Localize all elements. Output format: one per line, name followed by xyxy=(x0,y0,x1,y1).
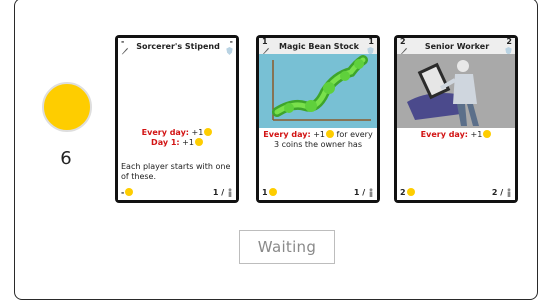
card-footer: 1 1 / xyxy=(262,186,374,198)
waiting-button[interactable]: Waiting xyxy=(239,230,335,264)
bean-stock-chart-art xyxy=(259,54,377,128)
coin-icon xyxy=(325,130,334,138)
coin-icon xyxy=(42,82,92,132)
card-effect: Every day: +1 xyxy=(400,130,512,140)
senior-worker-art xyxy=(397,54,515,128)
effect-value: +1 xyxy=(191,128,204,137)
coin-icon xyxy=(268,187,277,196)
card-art xyxy=(118,54,236,128)
effect-label: Every day: xyxy=(420,130,468,139)
coin-icon xyxy=(204,128,213,136)
person-icon xyxy=(228,187,232,197)
foot-cost: - xyxy=(121,187,125,197)
card-title: Sorcerer's Stipend xyxy=(136,41,220,51)
effect-value: +1 xyxy=(470,130,483,139)
person-icon xyxy=(369,187,373,197)
card-footer: 2 2 / xyxy=(400,186,512,198)
coin-count: 6 xyxy=(60,148,72,169)
coin-icon xyxy=(406,187,415,196)
card-power: 1 xyxy=(368,38,374,46)
card-header: - Sorcerer's Stipend - xyxy=(118,38,236,55)
card-cost: - xyxy=(121,38,125,46)
foot-count: 1 / xyxy=(212,187,225,197)
card-header: 2 Senior Worker 2 xyxy=(397,38,515,55)
card-power: - xyxy=(229,38,233,46)
card-flavor-text: Each player starts with one of these. xyxy=(121,162,231,181)
effect-label: Day 1: xyxy=(151,138,180,147)
effect-label: Every day: xyxy=(263,130,311,139)
foot-count: 2 / xyxy=(491,187,504,197)
foot-cost: 2 xyxy=(400,187,406,197)
effect-value: +1 xyxy=(313,130,325,139)
foot-count: 1 / xyxy=(353,187,366,197)
card-title: Senior Worker xyxy=(424,41,490,51)
card-magic-bean-stock[interactable]: 1 Magic Bean Stock 1 Every day: +1 for e… xyxy=(256,35,380,203)
player-coins: 6 xyxy=(42,82,92,169)
effect-label: Every day: xyxy=(141,128,189,137)
card-cost: 1 xyxy=(262,38,268,46)
card-cost: 2 xyxy=(400,38,406,46)
coin-icon xyxy=(125,187,134,196)
card-senior-worker[interactable]: 2 Senior Worker 2 Every day: +1 2 2 / xyxy=(394,35,518,203)
person-icon xyxy=(507,187,511,197)
coin-icon xyxy=(194,138,203,146)
card-title: Magic Bean Stock xyxy=(279,41,359,51)
worker-at-computer-illustration xyxy=(407,60,479,126)
card-header: 1 Magic Bean Stock 1 xyxy=(259,38,377,55)
effect-value: +1 xyxy=(182,138,194,147)
bean-stalk-illustration xyxy=(272,55,371,121)
card-power: 2 xyxy=(506,38,512,46)
coin-icon xyxy=(483,130,492,138)
card-footer: - 1 / xyxy=(121,186,233,198)
card-effect: Every day: +1 Day 1: +1 xyxy=(121,128,233,148)
card-effect: Every day: +1 for every 3 coins the owne… xyxy=(262,130,374,150)
foot-cost: 1 xyxy=(262,187,268,197)
card-sorcerers-stipend[interactable]: - Sorcerer's Stipend - Every day: +1 Day… xyxy=(115,35,239,203)
